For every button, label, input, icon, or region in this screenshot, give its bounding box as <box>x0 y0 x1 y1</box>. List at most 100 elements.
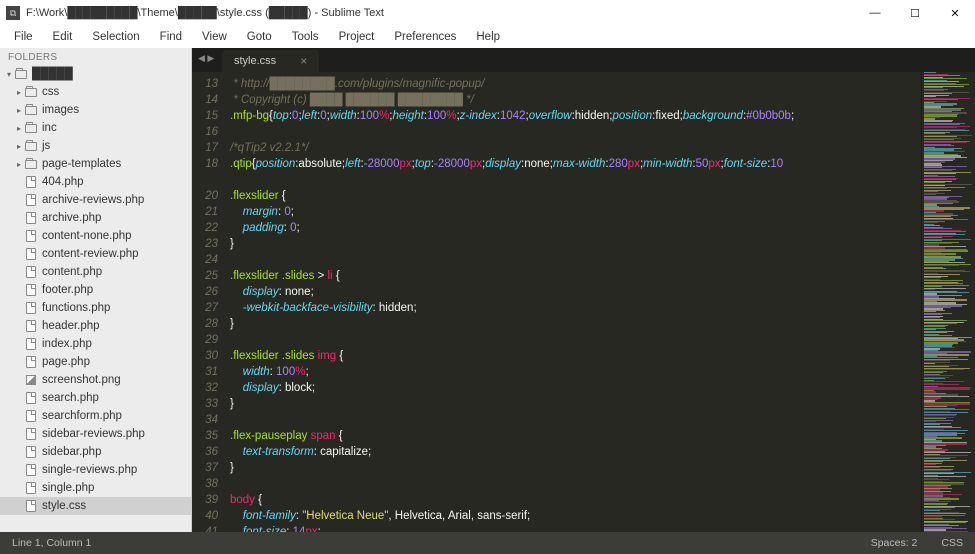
tree-item[interactable]: █████ <box>0 65 191 83</box>
tree-label: single-reviews.php <box>42 464 137 476</box>
tree-item[interactable]: screenshot.png <box>0 371 191 389</box>
tree-label: header.php <box>42 320 100 332</box>
tree-label: █████ <box>32 68 73 80</box>
tree-item[interactable]: single-reviews.php <box>0 461 191 479</box>
file-icon <box>24 302 38 314</box>
menu-file[interactable]: File <box>6 29 41 45</box>
code-area[interactable]: 1314151617182021222324252627282930313233… <box>192 72 975 532</box>
tab-nav-arrows[interactable]: ◀ ▶ <box>198 53 214 64</box>
tree-item[interactable]: js <box>0 137 191 155</box>
menu-tools[interactable]: Tools <box>284 29 327 45</box>
file-icon <box>24 392 38 404</box>
source-text[interactable]: * http://████████.com/plugins/magnific-p… <box>226 72 921 532</box>
tab-close-icon[interactable]: × <box>300 54 307 68</box>
fold-icon <box>24 86 38 98</box>
tree-item[interactable]: archive-reviews.php <box>0 191 191 209</box>
file-icon <box>24 410 38 422</box>
file-icon <box>24 338 38 350</box>
file-icon <box>24 284 38 296</box>
tree-label: inc <box>42 122 57 134</box>
menubar: FileEditSelection FindViewGotoToolsProjec… <box>0 26 975 48</box>
disclosure-icon <box>14 142 24 151</box>
menu-view[interactable]: View <box>194 29 235 45</box>
cursor-position[interactable]: Line 1, Column 1 <box>12 537 91 549</box>
tree-label: page.php <box>42 356 90 368</box>
folder-tree: █████ css images inc js page-templates 404.php… <box>0 65 191 532</box>
main: FOLDERS █████ css images inc js page-template… <box>0 48 975 532</box>
disclosure-icon <box>14 106 24 115</box>
tree-label: archive-reviews.php <box>42 194 144 206</box>
tree-item[interactable]: search.php <box>0 389 191 407</box>
tree-item[interactable]: content.php <box>0 263 191 281</box>
sidebar: FOLDERS █████ css images inc js page-template… <box>0 48 192 532</box>
tree-item[interactable]: page-templates <box>0 155 191 173</box>
tree-item[interactable]: searchform.php <box>0 407 191 425</box>
minimap[interactable] <box>921 72 975 532</box>
tree-label: 404.php <box>42 176 84 188</box>
tree-label: images <box>42 104 79 116</box>
fold-icon <box>24 104 38 116</box>
file-icon <box>24 356 38 368</box>
indent-setting[interactable]: Spaces: 2 <box>871 537 918 549</box>
menu-goto[interactable]: Goto <box>239 29 280 45</box>
tree-item[interactable]: content-review.php <box>0 245 191 263</box>
syntax-mode[interactable]: CSS <box>941 537 963 549</box>
tree-item[interactable]: content-none.php <box>0 227 191 245</box>
app-icon: ⧉ <box>6 6 20 20</box>
disclosure-icon <box>14 160 24 169</box>
tab-label: style.css <box>234 55 276 67</box>
file-icon <box>24 500 38 512</box>
tree-item[interactable]: page.php <box>0 353 191 371</box>
menu-preferences[interactable]: Preferences <box>386 29 464 45</box>
tree-item[interactable]: header.php <box>0 317 191 335</box>
tree-label: sidebar-reviews.php <box>42 428 145 440</box>
tree-item[interactable]: footer.php <box>0 281 191 299</box>
tree-label: page-templates <box>42 158 121 170</box>
tree-item[interactable]: 404.php <box>0 173 191 191</box>
editor: ◀ ▶ style.css × 131415161718202122232425… <box>192 48 975 532</box>
disclosure-icon <box>14 124 24 133</box>
fold-icon <box>14 68 28 80</box>
titlebar: ⧉ F:\Work\█████████\Theme\█████\style.cs… <box>0 0 975 26</box>
statusbar: Line 1, Column 1 Spaces: 2 CSS <box>0 532 975 554</box>
tree-label: content-none.php <box>42 230 132 242</box>
tab-stylecss[interactable]: style.css × <box>222 50 319 72</box>
menu-help[interactable]: Help <box>468 29 508 45</box>
tree-label: footer.php <box>42 284 93 296</box>
tree-label: css <box>42 86 59 98</box>
file-icon <box>24 212 38 224</box>
file-icon <box>24 248 38 260</box>
line-gutter: 1314151617182021222324252627282930313233… <box>192 72 226 532</box>
file-icon <box>24 266 38 278</box>
tree-item[interactable]: functions.php <box>0 299 191 317</box>
tree-label: style.css <box>42 500 86 512</box>
tree-item[interactable]: sidebar-reviews.php <box>0 425 191 443</box>
window-buttons: — ☐ ✕ <box>855 0 975 26</box>
disclosure-icon <box>14 88 24 97</box>
tree-item[interactable]: archive.php <box>0 209 191 227</box>
menu-find[interactable]: Find <box>152 29 190 45</box>
close-button[interactable]: ✕ <box>935 0 975 26</box>
tree-item[interactable]: sidebar.php <box>0 443 191 461</box>
menu-project[interactable]: Project <box>331 29 383 45</box>
maximize-button[interactable]: ☐ <box>895 0 935 26</box>
menu-edit[interactable]: Edit <box>45 29 81 45</box>
menu-selection[interactable]: Selection <box>84 29 147 45</box>
tree-item[interactable]: images <box>0 101 191 119</box>
fold-icon <box>24 158 38 170</box>
tree-item[interactable]: index.php <box>0 335 191 353</box>
tree-label: content-review.php <box>42 248 139 260</box>
tree-item[interactable]: css <box>0 83 191 101</box>
tree-label: archive.php <box>42 212 101 224</box>
window-title: F:\Work\█████████\Theme\█████\style.css … <box>26 7 384 19</box>
tree-item[interactable]: inc <box>0 119 191 137</box>
minimize-button[interactable]: — <box>855 0 895 26</box>
file-icon <box>24 320 38 332</box>
tab-row: ◀ ▶ style.css × <box>192 48 975 72</box>
tree-label: content.php <box>42 266 102 278</box>
tree-item[interactable]: style.css <box>0 497 191 515</box>
sidebar-header: FOLDERS <box>0 48 191 65</box>
fold-icon <box>24 122 38 134</box>
file-icon <box>24 446 38 458</box>
tree-item[interactable]: single.php <box>0 479 191 497</box>
